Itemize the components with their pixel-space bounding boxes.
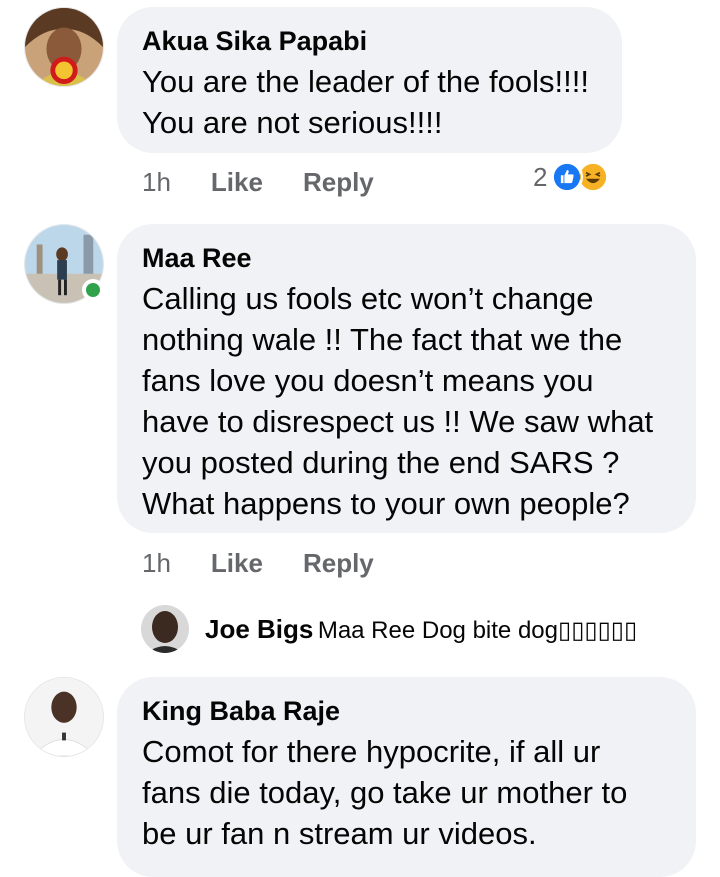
comment-text-line: Comot for there hypocrite, if all ur [142, 734, 601, 769]
like-reaction-icon [551, 161, 584, 193]
comment-text-line: fans die today, go take ur mother to [142, 775, 628, 810]
reply-preview[interactable]: Joe Bigs Maa Ree Dog bite dog▯▯▯▯▯▯ [141, 605, 637, 653]
comment-text-line: fans love you doesn’t means you [142, 363, 594, 398]
comment-text-line: You are the leader of the fools!!!! [142, 64, 589, 99]
comment-author[interactable]: Akua Sika Papabi [142, 25, 596, 57]
reply-author[interactable]: Joe Bigs [205, 614, 313, 644]
comment-text-line: have to disrespect us !! We saw what [142, 404, 654, 439]
comment-actions: 1h Like Reply [142, 167, 374, 197]
like-button[interactable]: Like [211, 548, 263, 578]
like-button[interactable]: Like [211, 167, 263, 197]
comment-time[interactable]: 1h [142, 167, 171, 197]
comment-text-line: What happens to your own people? [142, 486, 630, 521]
comment-text-line: Calling us fools etc won’t change [142, 281, 594, 316]
avatar-akua[interactable] [24, 7, 104, 87]
reaction-summary[interactable]: 2 [533, 161, 610, 193]
comment-actions: 1h Like Reply [142, 548, 374, 578]
comment-text-line: nothing wale !! The fact that we the [142, 322, 623, 357]
comment-text-line: be ur fan n stream ur videos. [142, 816, 537, 851]
reply-text: Maa Ree Dog bite dog▯▯▯▯▯▯ [317, 616, 638, 644]
reaction-count: 2 [533, 161, 548, 192]
online-status-indicator [82, 279, 104, 301]
comment-bubble: Akua Sika Papabi You are the leader of t… [117, 7, 622, 153]
comment-text-line: You are not serious!!!! [142, 105, 443, 140]
comment-text-line: you posted during the end SARS ? [142, 445, 620, 480]
comment-bubble: Maa Ree Calling us fools etc won’t chang… [117, 224, 696, 533]
comment-bubble: King Baba Raje Comot for there hypocrite… [117, 677, 696, 877]
avatar-joe-bigs[interactable] [141, 605, 189, 653]
comment-time[interactable]: 1h [142, 548, 171, 578]
reply-button[interactable]: Reply [303, 548, 374, 578]
avatar-king-baba-raje[interactable] [24, 677, 104, 757]
reply-button[interactable]: Reply [303, 167, 374, 197]
comment-author[interactable]: King Baba Raje [142, 695, 670, 727]
comment-author[interactable]: Maa Ree [142, 242, 670, 274]
